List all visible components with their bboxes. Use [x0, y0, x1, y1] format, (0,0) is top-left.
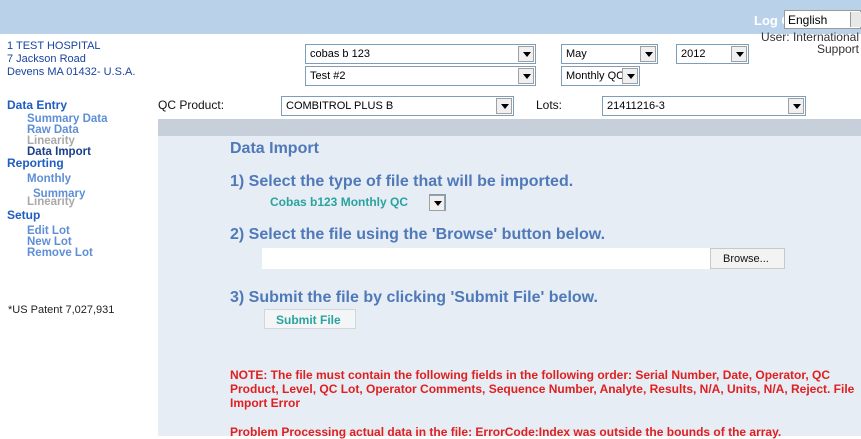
test-value: Test #2 [310, 70, 346, 82]
user-info: User: International Support [751, 31, 859, 55]
user-role: Support [816, 42, 859, 56]
submit-file-label: Submit File [276, 313, 341, 327]
language-select[interactable]: English [784, 10, 861, 29]
file-type-select[interactable] [429, 194, 446, 211]
chevron-down-icon [788, 98, 804, 114]
chevron-down-icon [429, 195, 445, 211]
qc-product-label: QC Product: [158, 98, 225, 112]
address-line: Devens MA 01432- U.S.A. [7, 66, 136, 78]
sidebar-section-data-entry[interactable]: Data Entry [7, 98, 108, 112]
test-select[interactable]: Test #2 [305, 66, 536, 86]
chevron-down-icon [640, 46, 656, 62]
qc-product-value: COMBITROL PLUS B [286, 100, 394, 112]
year-value: 2012 [681, 48, 706, 60]
hospital-address: 1 TEST HOSPITAL 7 Jackson Road Devens MA… [7, 40, 135, 79]
top-bar [0, 0, 861, 34]
main-header-strip [158, 119, 861, 136]
browse-button-label: Browse... [723, 253, 769, 265]
month-value: May [566, 48, 587, 60]
chevron-down-icon [518, 46, 534, 62]
file-path-input[interactable] [262, 248, 710, 269]
import-note: NOTE: The file must contain the followin… [230, 368, 855, 410]
period-value: Monthly QC [566, 70, 625, 82]
sidebar-item-remove-lot[interactable]: Remove Lot [27, 247, 108, 259]
instrument-value: cobas b 123 [310, 48, 370, 60]
sidebar-section-reporting[interactable]: Reporting [7, 156, 108, 170]
month-select[interactable]: May [561, 44, 658, 64]
chevron-down-icon [731, 46, 747, 62]
sidebar-nav: Data Entry Summary Data Raw Data Lineari… [7, 98, 108, 259]
patent-notice: *US Patent 7,027,931 [8, 304, 115, 316]
address-line: 7 Jackson Road [7, 53, 86, 65]
chevron-down-icon [850, 12, 861, 27]
file-type-value: Cobas b123 Monthly QC [270, 195, 409, 209]
sidebar-item-monthly[interactable]: Monthly [27, 173, 108, 185]
page-title: Data Import [230, 140, 319, 157]
lots-label: Lots: [536, 98, 563, 112]
qc-product-select[interactable]: COMBITROL PLUS B [281, 96, 514, 116]
error-message: Problem Processing actual data in the fi… [230, 425, 782, 439]
instrument-select[interactable]: cobas b 123 [305, 44, 536, 64]
step-3-instruction: 3) Submit the file by clicking 'Submit F… [230, 289, 598, 306]
browse-button[interactable]: Browse... [710, 248, 785, 269]
address-line: 1 TEST HOSPITAL [7, 40, 101, 52]
chevron-down-icon [496, 98, 512, 114]
language-value: English [788, 13, 828, 27]
chevron-down-icon [518, 68, 534, 84]
year-select[interactable]: 2012 [676, 44, 749, 64]
chevron-down-icon [622, 68, 638, 84]
lot-select[interactable]: 21411216-3 [602, 96, 806, 116]
sidebar-item-linearity-report[interactable]: Linearity [27, 196, 108, 208]
step-2-instruction: 2) Select the file using the 'Browse' bu… [230, 226, 606, 243]
period-select[interactable]: Monthly QC [561, 66, 640, 86]
submit-file-button[interactable]: Submit File [264, 309, 356, 329]
lot-value: 21411216-3 [607, 100, 665, 112]
sidebar-section-setup[interactable]: Setup [7, 208, 108, 222]
step-1-instruction: 1) Select the type of file that will be … [230, 173, 574, 190]
